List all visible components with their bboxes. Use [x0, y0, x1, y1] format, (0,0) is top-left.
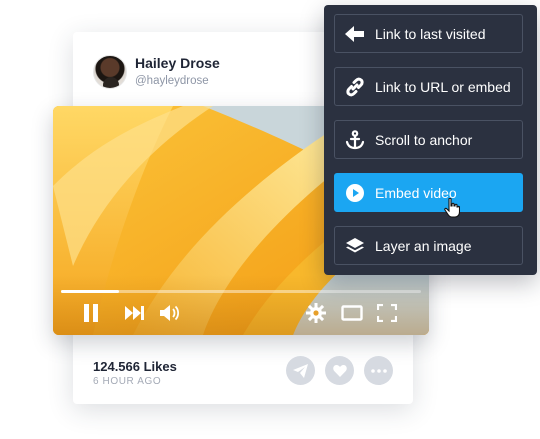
skip-next-icon: [125, 306, 144, 320]
fullscreen-button[interactable]: [375, 302, 399, 324]
controls-overlay: [53, 275, 429, 335]
user-name[interactable]: Hailey Drose: [135, 55, 220, 71]
link-menu: Link to last visited Link to URL or embe…: [324, 5, 537, 275]
share-button[interactable]: [286, 356, 315, 385]
settings-icon: [306, 303, 326, 323]
arrow-left-icon: [345, 24, 365, 44]
menu-item-label: Link to last visited: [375, 26, 486, 42]
settings-button[interactable]: [305, 302, 327, 324]
pause-button[interactable]: [81, 302, 101, 324]
more-button[interactable]: [364, 356, 393, 385]
menu-item-embed-video[interactable]: Embed video: [334, 173, 523, 212]
skip-next-button[interactable]: [124, 302, 146, 324]
menu-item-label: Layer an image: [375, 238, 472, 254]
volume-icon: [160, 305, 180, 321]
like-button[interactable]: [325, 356, 354, 385]
link-icon: [345, 77, 365, 97]
anchor-icon: [345, 130, 365, 150]
menu-item-scroll-anchor[interactable]: Scroll to anchor: [334, 120, 523, 159]
menu-item-layer-image[interactable]: Layer an image: [334, 226, 523, 265]
menu-item-label: Link to URL or embed: [375, 79, 511, 95]
more-icon: [370, 368, 387, 373]
volume-button[interactable]: [159, 302, 181, 324]
hand-cursor-icon: [444, 198, 460, 218]
user-handle[interactable]: @hayleydrose: [135, 75, 209, 87]
pause-icon: [84, 304, 98, 322]
layers-icon: [345, 236, 365, 256]
likes-count: 124.566 Likes: [93, 359, 177, 374]
menu-item-link-last-visited[interactable]: Link to last visited: [334, 14, 523, 53]
post-time: 6 HOUR AGO: [93, 376, 162, 387]
theater-mode-button[interactable]: [340, 302, 364, 324]
menu-item-label: Scroll to anchor: [375, 132, 473, 148]
avatar[interactable]: [93, 55, 127, 89]
play-circle-icon: [345, 183, 365, 203]
theater-mode-icon: [341, 305, 363, 321]
menu-item-link-url[interactable]: Link to URL or embed: [334, 67, 523, 106]
heart-icon: [332, 365, 347, 377]
progress-bar[interactable]: [61, 290, 421, 293]
progress-fill: [61, 290, 119, 293]
fullscreen-icon: [377, 304, 397, 322]
send-icon: [293, 363, 308, 378]
